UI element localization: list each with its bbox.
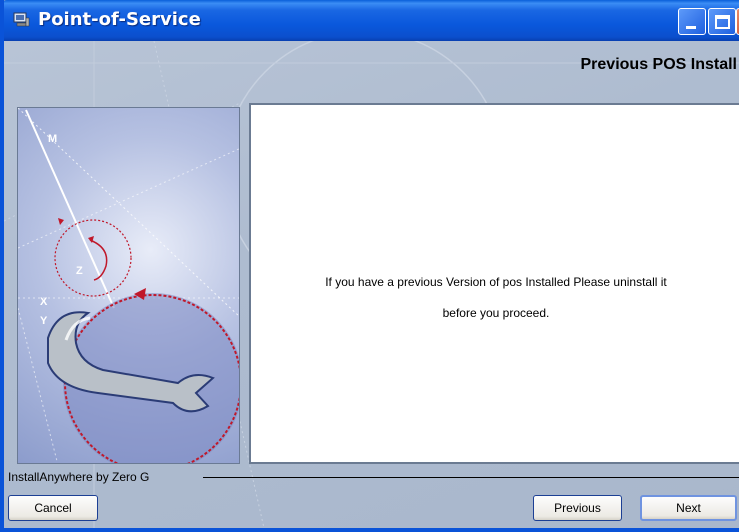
app-icon bbox=[13, 12, 30, 27]
footer-divider bbox=[203, 477, 739, 478]
message-line-2: before you proceed. bbox=[442, 306, 550, 320]
wrench-illustration: M Z X Y bbox=[18, 108, 239, 463]
page-heading: Previous POS Install bbox=[580, 56, 738, 73]
minimize-button[interactable] bbox=[678, 8, 706, 35]
message-line-1: If you have a previous Version of pos In… bbox=[325, 275, 667, 289]
installer-graphic: M Z X Y bbox=[17, 107, 240, 464]
installer-content: Previous POS Install M Z X Y If you have… bbox=[4, 41, 739, 528]
installer-brand-label: InstallAnywhere by Zero G bbox=[8, 470, 150, 484]
label-y: Y bbox=[40, 315, 48, 327]
next-button[interactable]: Next bbox=[640, 495, 737, 521]
window-title: Point-of-Service bbox=[38, 9, 201, 30]
label-z: Z bbox=[76, 265, 83, 277]
previous-button[interactable]: Previous bbox=[533, 495, 622, 521]
minimize-icon bbox=[686, 26, 696, 29]
maximize-button[interactable] bbox=[708, 8, 736, 35]
installer-window: Point-of-Service ✕ Previous POS Install bbox=[0, 0, 739, 532]
message-panel: If you have a previous Version of pos In… bbox=[249, 103, 739, 464]
label-x: X bbox=[40, 296, 48, 308]
cancel-button[interactable]: Cancel bbox=[8, 495, 98, 521]
maximize-icon bbox=[715, 15, 730, 29]
label-m: M bbox=[48, 133, 57, 145]
title-bar[interactable]: Point-of-Service ✕ bbox=[4, 0, 739, 41]
